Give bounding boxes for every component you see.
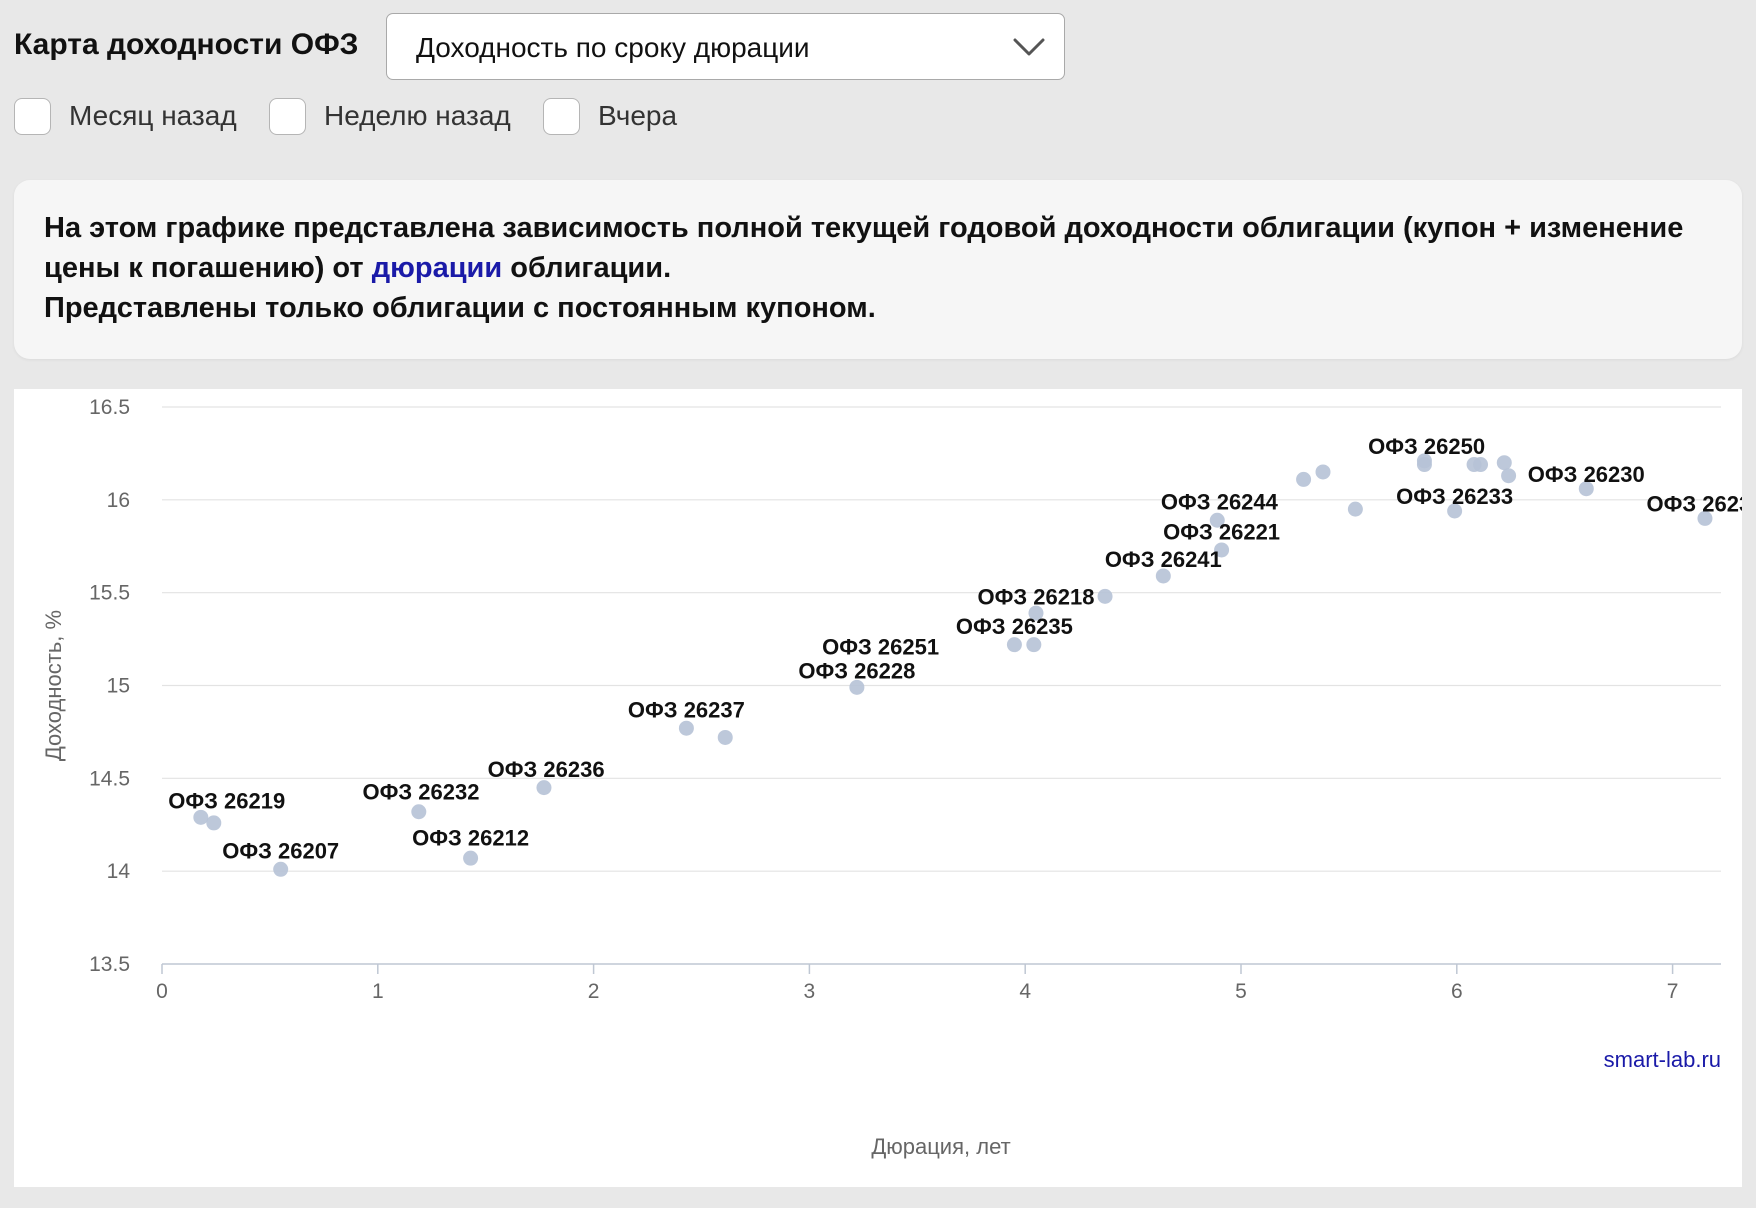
data-point <box>1496 455 1512 471</box>
data-point <box>1347 501 1363 517</box>
chart-credit: smart-lab.ru <box>1604 1047 1721 1072</box>
point-label: ОФЗ 26221 <box>1163 519 1280 544</box>
select-value: Доходность по сроку дюрации <box>416 32 810 63</box>
checkbox-month-ago-box[interactable] <box>14 97 51 135</box>
point-label: ОФЗ 26218 <box>978 584 1095 609</box>
chevron-down-icon <box>1013 38 1045 56</box>
point-label: ОФЗ 26235 <box>956 614 1073 639</box>
y-tick-label: 14.5 <box>89 767 130 790</box>
y-tick-label: 16 <box>107 489 130 512</box>
point-label: ОФЗ 26207 <box>222 839 339 864</box>
checkbox-week-ago-box[interactable] <box>269 97 306 135</box>
x-tick-label: 3 <box>804 980 816 1003</box>
data-point <box>1006 637 1022 653</box>
data-point <box>463 850 479 866</box>
data-point <box>206 815 222 831</box>
checkbox-yesterday-label: Вчера <box>598 100 678 131</box>
data-point <box>678 720 694 736</box>
point-label: ОФЗ 26241 <box>1105 547 1222 572</box>
data-point <box>1315 464 1331 480</box>
data-point <box>411 804 427 820</box>
x-tick-label: 6 <box>1451 980 1463 1003</box>
data-point <box>273 861 289 877</box>
x-tick-label: 2 <box>588 980 600 1003</box>
x-tick-label: 0 <box>156 980 168 1003</box>
info-text-after: облигации. <box>502 252 672 284</box>
data-point <box>1097 588 1113 604</box>
checkbox-month-ago[interactable]: Месяц назад <box>14 96 237 136</box>
data-point <box>1026 637 1042 653</box>
chart-type-select[interactable]: Доходность по сроку дюрации <box>386 13 1065 80</box>
point-label: ОФЗ 26238 <box>1646 492 1742 517</box>
page-title: Карта доходности ОФЗ <box>14 28 359 61</box>
chart-card: 13.5 14 14.5 15 15.5 16 16.5 0 1 2 3 4 5 6 7 Дюрация, л… <box>14 389 1742 1187</box>
x-tick-label: 1 <box>372 980 384 1003</box>
data-point <box>1416 457 1432 473</box>
point-label: ОФЗ 26250 <box>1368 434 1485 459</box>
point-label: ОФЗ 26251 <box>822 635 939 660</box>
info-text-line2: Представлены только облигации с постоянн… <box>44 292 876 324</box>
y-tick-label: 15.5 <box>89 582 130 605</box>
info-text: На этом графике представлена зависимость… <box>44 208 1724 328</box>
checkbox-week-ago[interactable]: Неделю назад <box>269 96 511 136</box>
data-point <box>1501 468 1517 484</box>
point-label: ОФЗ 26219 <box>168 789 285 814</box>
checkbox-yesterday-box[interactable] <box>543 97 580 135</box>
y-tick-label: 14 <box>107 860 131 883</box>
x-tick-label: 5 <box>1235 980 1247 1003</box>
data-point <box>536 780 552 796</box>
y-tick-label: 15 <box>107 675 130 698</box>
checkbox-yesterday[interactable]: Вчера <box>543 96 677 136</box>
duration-link[interactable]: дюрации <box>372 252 503 284</box>
data-point <box>1473 457 1489 473</box>
data-point <box>1296 471 1312 487</box>
y-tick-label: 13.5 <box>89 953 130 976</box>
point-label: ОФЗ 26228 <box>798 659 915 684</box>
x-axis-title: Дюрация, лет <box>871 1134 1010 1159</box>
checkbox-month-ago-label: Месяц назад <box>69 100 237 131</box>
x-tick-label: 7 <box>1667 980 1679 1003</box>
y-tick-label: 16.5 <box>89 396 130 419</box>
point-label: ОФЗ 26236 <box>488 757 605 782</box>
checkbox-week-ago-label: Неделю назад <box>324 100 511 131</box>
y-axis-title: Доходность, % <box>41 610 66 761</box>
info-card: На этом графике представлена зависимость… <box>14 180 1742 359</box>
point-label: ОФЗ 26212 <box>412 826 529 851</box>
info-text-before: На этом графике представлена зависимость… <box>44 212 1684 284</box>
scatter-chart: 13.5 14 14.5 15 15.5 16 16.5 0 1 2 3 4 5 6 7 Дюрация, л… <box>41 396 1742 1159</box>
point-label: ОФЗ 26232 <box>362 779 479 804</box>
point-label: ОФЗ 26237 <box>628 698 745 723</box>
data-point <box>717 729 733 745</box>
point-label: ОФЗ 26230 <box>1528 462 1645 487</box>
point-label: ОФЗ 26244 <box>1161 490 1279 515</box>
point-label: ОФЗ 26233 <box>1396 484 1513 509</box>
x-tick-label: 4 <box>1019 980 1031 1003</box>
